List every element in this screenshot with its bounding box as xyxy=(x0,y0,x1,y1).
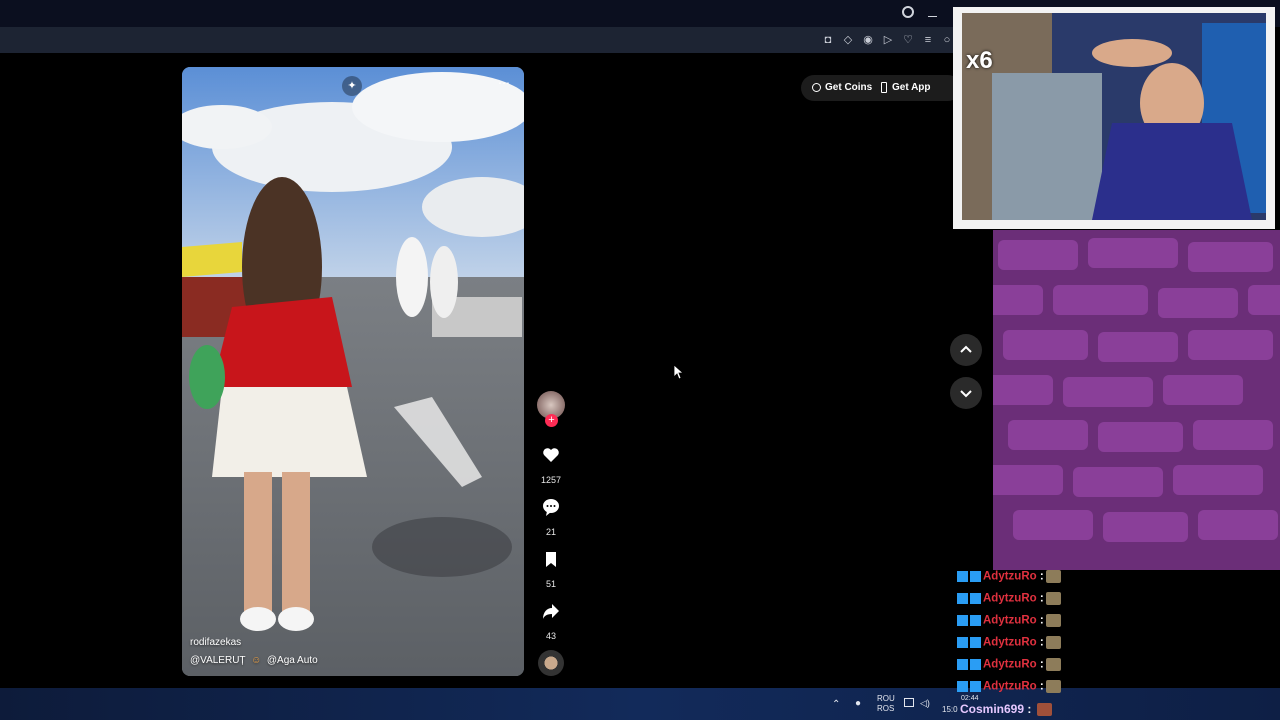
multiplier-badge: x6 xyxy=(966,47,993,74)
badge-icon xyxy=(957,637,968,648)
heart-icon[interactable]: ♡ xyxy=(901,33,915,47)
emote-icon xyxy=(1045,636,1061,649)
like-icon[interactable] xyxy=(541,445,561,465)
chat-username: AdytzuRo xyxy=(983,636,1037,649)
share-icon[interactable] xyxy=(541,601,561,621)
chat-username: AdytzuRo xyxy=(983,614,1037,627)
microphone-icon[interactable]: ● xyxy=(855,698,861,709)
badge-icon xyxy=(970,637,981,648)
chat-username: AdytzuRo xyxy=(983,570,1037,583)
like-count: 1257 xyxy=(540,475,562,485)
chat-message: AdytzuRo : xyxy=(957,636,1061,652)
badge-icon xyxy=(970,681,981,692)
emoji-icon: ☺ xyxy=(248,655,265,666)
more-options-icon[interactable]: ⋯ xyxy=(498,76,510,90)
emote-icon xyxy=(1045,570,1061,583)
bookmark-icon[interactable] xyxy=(541,549,561,569)
music-disc-icon[interactable] xyxy=(538,650,564,676)
sparkle-icon[interactable]: ✦ xyxy=(342,76,362,96)
chat-username: AdytzuRo xyxy=(983,592,1037,605)
language-layout: ROS xyxy=(877,704,895,713)
previous-video-button[interactable] xyxy=(950,334,982,366)
badge-icon xyxy=(957,659,968,670)
chat-message: AdytzuRo : xyxy=(957,592,1061,608)
badge-icon xyxy=(970,571,981,582)
chat-separator: : xyxy=(1027,702,1032,716)
badge-icon xyxy=(970,593,981,604)
emote-icon xyxy=(1045,658,1061,671)
chat-separator: : xyxy=(1039,658,1044,671)
camera-icon[interactable]: ◘ xyxy=(821,33,835,47)
emote-icon xyxy=(1045,614,1061,627)
comment-count: 21 xyxy=(545,527,556,537)
coin-icon xyxy=(812,83,821,92)
save-count: 51 xyxy=(545,579,556,589)
phone-icon xyxy=(881,82,887,93)
chat-message: Cosmin699 : xyxy=(960,702,1052,717)
chat-separator: : xyxy=(1039,592,1044,605)
chevron-up-icon xyxy=(960,345,972,353)
get-app-button[interactable]: Get App xyxy=(892,82,931,93)
follow-plus-icon[interactable]: + xyxy=(545,414,558,427)
chat-username: AdytzuRo xyxy=(983,658,1037,671)
mention-link[interactable]: @Aga Auto xyxy=(267,655,318,666)
language-code: ROU xyxy=(877,694,895,703)
taskbar-time[interactable]: 15:0 xyxy=(942,705,958,714)
emote-icon xyxy=(1045,680,1061,693)
comment-icon[interactable] xyxy=(541,497,561,517)
shield-icon[interactable]: ◇ xyxy=(841,33,855,47)
chat-separator: : xyxy=(1039,680,1044,693)
clock-text: 02:44 xyxy=(961,695,979,702)
network-icon[interactable] xyxy=(904,698,914,707)
badge-icon xyxy=(957,593,968,604)
browser-toolbar xyxy=(0,27,955,53)
mouse-cursor-icon xyxy=(674,365,684,380)
taskbar xyxy=(0,688,1280,720)
menu-icon[interactable]: ≡ xyxy=(921,33,935,47)
search-icon[interactable] xyxy=(902,6,914,18)
chat-message: AdytzuRo : xyxy=(957,680,1061,696)
video-player[interactable]: ✦ ⋯ rodifazekas @VALERUȚ ☺ @Aga Auto xyxy=(182,67,524,676)
volume-icon[interactable]: ◁) xyxy=(920,698,930,709)
chat-username: AdytzuRo xyxy=(983,680,1037,693)
badge-icon xyxy=(970,615,981,626)
get-coins-button[interactable]: Get Coins xyxy=(825,82,872,93)
chat-separator: : xyxy=(1039,614,1044,627)
chat-separator: : xyxy=(1039,570,1044,583)
vpn-icon[interactable]: ◉ xyxy=(861,33,875,47)
language-indicator[interactable]: ROU ROS xyxy=(877,694,895,714)
chat-separator: : xyxy=(1039,636,1044,649)
profile-icon[interactable]: ○ xyxy=(940,33,954,47)
emote-icon xyxy=(1036,703,1052,717)
video-username[interactable]: rodifazekas xyxy=(190,637,241,648)
chat-message: AdytzuRo : xyxy=(957,570,1061,586)
badge-icon xyxy=(957,571,968,582)
video-mentions: @VALERUȚ ☺ @Aga Auto xyxy=(190,655,318,666)
next-video-button[interactable] xyxy=(950,377,982,409)
emote-icon xyxy=(1045,592,1061,605)
chat-message: AdytzuRo : xyxy=(957,614,1061,630)
video-frame xyxy=(182,67,524,676)
badge-icon xyxy=(957,681,968,692)
minimize-icon[interactable] xyxy=(928,16,937,17)
play-icon[interactable]: ▷ xyxy=(881,33,895,47)
chevron-down-icon xyxy=(960,390,972,398)
background-wall xyxy=(993,230,1280,570)
share-count: 43 xyxy=(545,631,556,641)
chat-username: Cosmin699 xyxy=(960,702,1025,716)
badge-icon xyxy=(970,659,981,670)
badge-icon xyxy=(957,615,968,626)
mention-link[interactable]: @VALERUȚ xyxy=(190,655,246,666)
chevron-up-icon[interactable]: ⌃ xyxy=(832,699,840,710)
chat-message: AdytzuRo : xyxy=(957,658,1061,674)
webcam-feed: x6 xyxy=(962,13,1266,220)
